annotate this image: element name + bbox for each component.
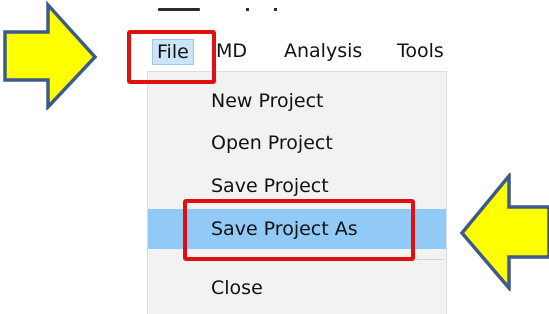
window-title-fragment [150,0,280,14]
title-text-fragment-dot [274,8,277,11]
menu-tools[interactable]: Tools [393,39,448,63]
title-text-fragment [158,8,200,11]
menu-md[interactable]: MD [212,39,251,63]
save-project-as-highlight-box [183,199,415,261]
left-arrow-annotation-icon [459,173,549,291]
menu-analysis[interactable]: Analysis [280,39,366,63]
title-text-fragment-dot [246,8,249,11]
menu-item-open-project[interactable]: Open Project [148,123,446,163]
file-dropdown-menu: New Project Open Project Save Project Sa… [147,71,447,314]
right-arrow-annotation-icon [3,0,98,110]
menu-item-close[interactable]: Close [148,268,446,308]
file-menu-highlight-box [127,30,216,84]
menu-item-new-project[interactable]: New Project [148,81,446,121]
screenshot-stage: File MD Analysis Tools New Project Open … [0,0,549,314]
